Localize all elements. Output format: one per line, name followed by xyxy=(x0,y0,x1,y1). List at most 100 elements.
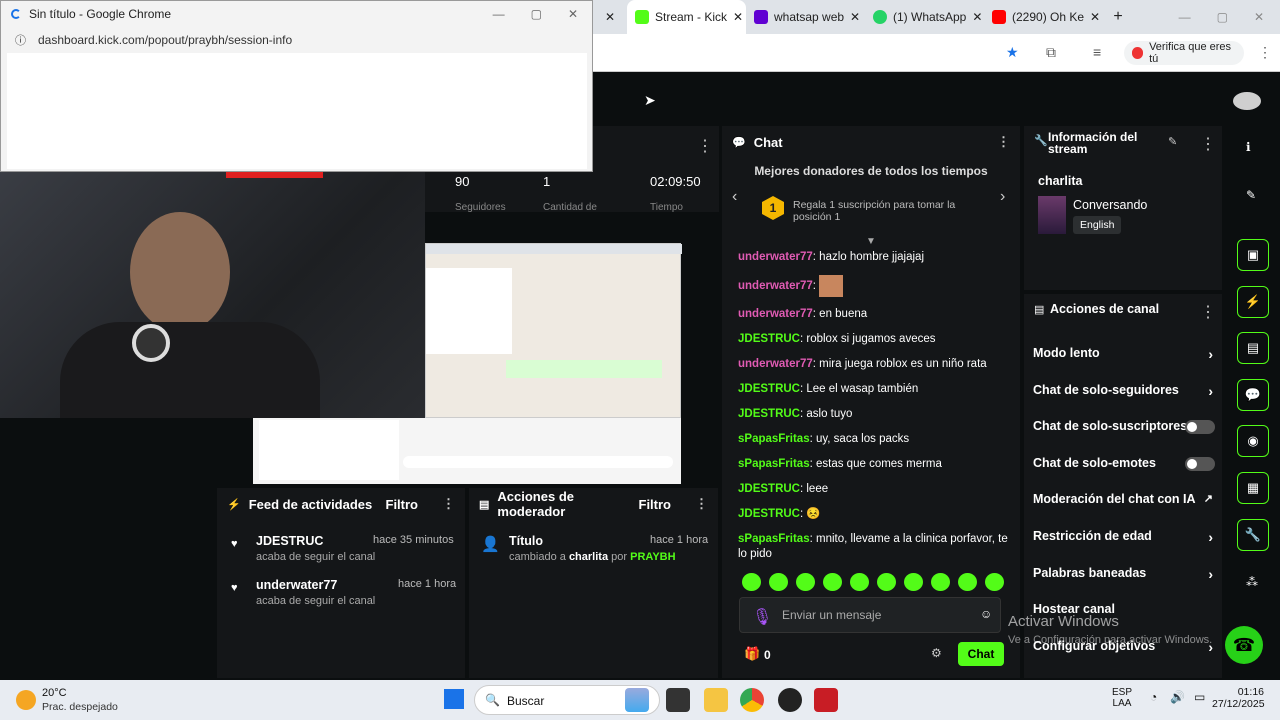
action-2[interactable]: Chat de solo-suscriptores xyxy=(1033,419,1215,435)
emote-icon[interactable] xyxy=(823,573,842,591)
minimize-icon[interactable]: — xyxy=(1179,10,1191,24)
action-6[interactable]: Palabras baneadas › xyxy=(1033,566,1213,582)
emote-icon[interactable] xyxy=(850,573,869,591)
external-link-icon[interactable]: ↗ xyxy=(1204,492,1213,505)
close-icon[interactable]: ✕ xyxy=(1090,10,1100,24)
weather-temp[interactable]: 20°C xyxy=(42,687,67,699)
terminal-icon[interactable] xyxy=(666,688,690,712)
action-1[interactable]: Chat de solo-seguidores › xyxy=(1033,383,1213,399)
verify-button[interactable]: Verifica que eres tú xyxy=(1124,41,1244,65)
maximize-icon[interactable]: ▢ xyxy=(531,7,542,21)
send-chat-button[interactable]: Chat xyxy=(958,642,1004,666)
close-icon[interactable]: ✕ xyxy=(568,7,578,21)
feed-menu-icon[interactable]: ⋮ xyxy=(442,496,455,512)
info-icon[interactable]: ℹ xyxy=(1246,140,1251,154)
battery-icon[interactable]: ▭ xyxy=(1194,690,1205,704)
maximize-icon[interactable]: ▢ xyxy=(1217,10,1228,24)
mod-user[interactable]: PRAYBH xyxy=(630,551,675,563)
chat-username[interactable]: sPapasFritas xyxy=(738,433,810,445)
lang-indicator[interactable]: ESP LAA xyxy=(1112,687,1132,709)
mod-menu-icon[interactable]: ⋮ xyxy=(695,496,708,512)
feed-user[interactable]: underwater77 xyxy=(256,578,337,592)
gift-icon[interactable]: 🎁 xyxy=(744,646,760,662)
category-name[interactable]: Conversando xyxy=(1073,198,1147,212)
chat-username[interactable]: sPapasFritas xyxy=(738,458,810,470)
new-tab-button[interactable]: + xyxy=(1103,8,1133,26)
emote-icon[interactable] xyxy=(769,573,788,591)
chevron-right-icon[interactable]: › xyxy=(1000,188,1005,206)
star-icon[interactable]: ★ xyxy=(1006,44,1019,61)
chat-username[interactable]: underwater77 xyxy=(738,358,813,370)
media-icon[interactable]: ≡ xyxy=(1093,44,1101,60)
emote-icon[interactable] xyxy=(877,573,896,591)
chat-username[interactable]: JDESTRUC xyxy=(738,333,800,345)
chat-username[interactable]: JDESTRUC xyxy=(738,508,800,520)
windows-start-icon[interactable] xyxy=(444,689,464,709)
tab-close-fragment[interactable]: ✕ xyxy=(593,0,627,34)
chat-username[interactable]: sPapasFritas xyxy=(738,533,810,545)
game-app-icon[interactable] xyxy=(814,688,838,712)
close-icon[interactable]: ✕ xyxy=(850,10,860,24)
feed-user[interactable]: JDESTRUC xyxy=(256,534,323,548)
emote-icon[interactable] xyxy=(904,573,923,591)
feed-filter-button[interactable]: Filtro xyxy=(386,497,419,512)
info-menu-icon[interactable]: ⋮ xyxy=(1200,134,1216,154)
emote-icon[interactable] xyxy=(958,573,977,591)
stats-menu-icon[interactable]: ⋮ xyxy=(697,136,713,156)
weather-icon[interactable] xyxy=(16,690,36,710)
broadcast-icon[interactable]: ◉ xyxy=(1237,425,1269,457)
chevron-right-icon[interactable]: › xyxy=(1208,529,1213,545)
close-icon[interactable]: ✕ xyxy=(972,10,982,24)
chat-menu-icon[interactable]: ⋮ xyxy=(997,134,1010,150)
tab-youtube[interactable]: (2290) Oh Ke ✕ xyxy=(984,0,1103,34)
microphone-icon[interactable]: 🎙 xyxy=(752,607,772,627)
extensions-icon[interactable]: ⧉ xyxy=(1046,44,1056,61)
toggle-switch[interactable] xyxy=(1185,456,1215,471)
folder-icon[interactable] xyxy=(704,688,728,712)
settings-gear-icon[interactable]: ⚙ xyxy=(931,646,942,660)
toggle-switch[interactable] xyxy=(1185,420,1215,435)
pencil-icon[interactable]: ✎ xyxy=(1168,135,1177,148)
emote-icon[interactable] xyxy=(931,573,950,591)
pin-icon[interactable]: ▼ xyxy=(866,236,876,247)
tab-kick[interactable]: Stream - Kick ✕ xyxy=(627,0,746,34)
chat-username[interactable]: underwater77 xyxy=(738,251,813,263)
chrome-menu-icon[interactable]: ⋮ xyxy=(1258,44,1272,61)
action-4[interactable]: Moderación del chat con IA ↗ xyxy=(1033,492,1213,506)
chat-bubble-icon[interactable]: 💬 xyxy=(1237,379,1269,411)
chevron-right-icon[interactable]: › xyxy=(1208,346,1213,362)
chat-username[interactable]: JDESTRUC xyxy=(738,383,800,395)
action-0[interactable]: Modo lento › xyxy=(1033,346,1213,362)
actions-menu-icon[interactable]: ⋮ xyxy=(1200,302,1216,322)
site-info-icon[interactable]: ⓘ xyxy=(15,32,26,48)
edit-icon[interactable]: ✎ xyxy=(1246,188,1256,202)
emoji-icon[interactable]: ☺ xyxy=(980,607,992,621)
chevron-left-icon[interactable]: ‹ xyxy=(732,188,737,206)
tab-whatsapp[interactable]: (1) WhatsApp ✕ xyxy=(865,0,984,34)
document-icon[interactable]: ▤ xyxy=(1237,332,1269,364)
chrome-icon[interactable] xyxy=(740,688,764,712)
obs-icon[interactable] xyxy=(778,688,802,712)
emote-icon[interactable] xyxy=(742,573,761,591)
weather-desc[interactable]: Prac. despejado xyxy=(42,701,118,713)
chat-input[interactable]: 🎙 Enviar un mensaje ☺ xyxy=(739,597,1001,633)
chat-username[interactable]: underwater77 xyxy=(738,308,813,320)
chevron-right-icon[interactable]: › xyxy=(1208,566,1213,582)
wifi-icon[interactable]: ◔ xyxy=(1150,690,1157,704)
tools-icon[interactable]: 🔧 xyxy=(1237,519,1269,551)
camera-icon[interactable]: ▣ xyxy=(1237,239,1269,271)
minimize-icon[interactable]: — xyxy=(493,7,505,21)
stream-preview[interactable] xyxy=(425,243,682,418)
close-window-icon[interactable]: ✕ xyxy=(1254,10,1264,24)
action-5[interactable]: Restricción de edad › xyxy=(1033,529,1213,545)
chat-username[interactable]: JDESTRUC xyxy=(738,483,800,495)
chat-username[interactable]: underwater77 xyxy=(738,280,813,292)
close-icon[interactable]: ✕ xyxy=(733,10,743,24)
emote-icon[interactable] xyxy=(796,573,815,591)
chat-username[interactable]: JDESTRUC xyxy=(738,408,800,420)
support-icon[interactable]: ☎ xyxy=(1225,626,1263,664)
tab-whatsap-web[interactable]: whatsap web ✕ xyxy=(746,0,865,34)
share-icon[interactable]: ⁂ xyxy=(1246,575,1258,589)
emote-icon[interactable] xyxy=(985,573,1004,591)
avatar[interactable] xyxy=(1233,92,1261,110)
